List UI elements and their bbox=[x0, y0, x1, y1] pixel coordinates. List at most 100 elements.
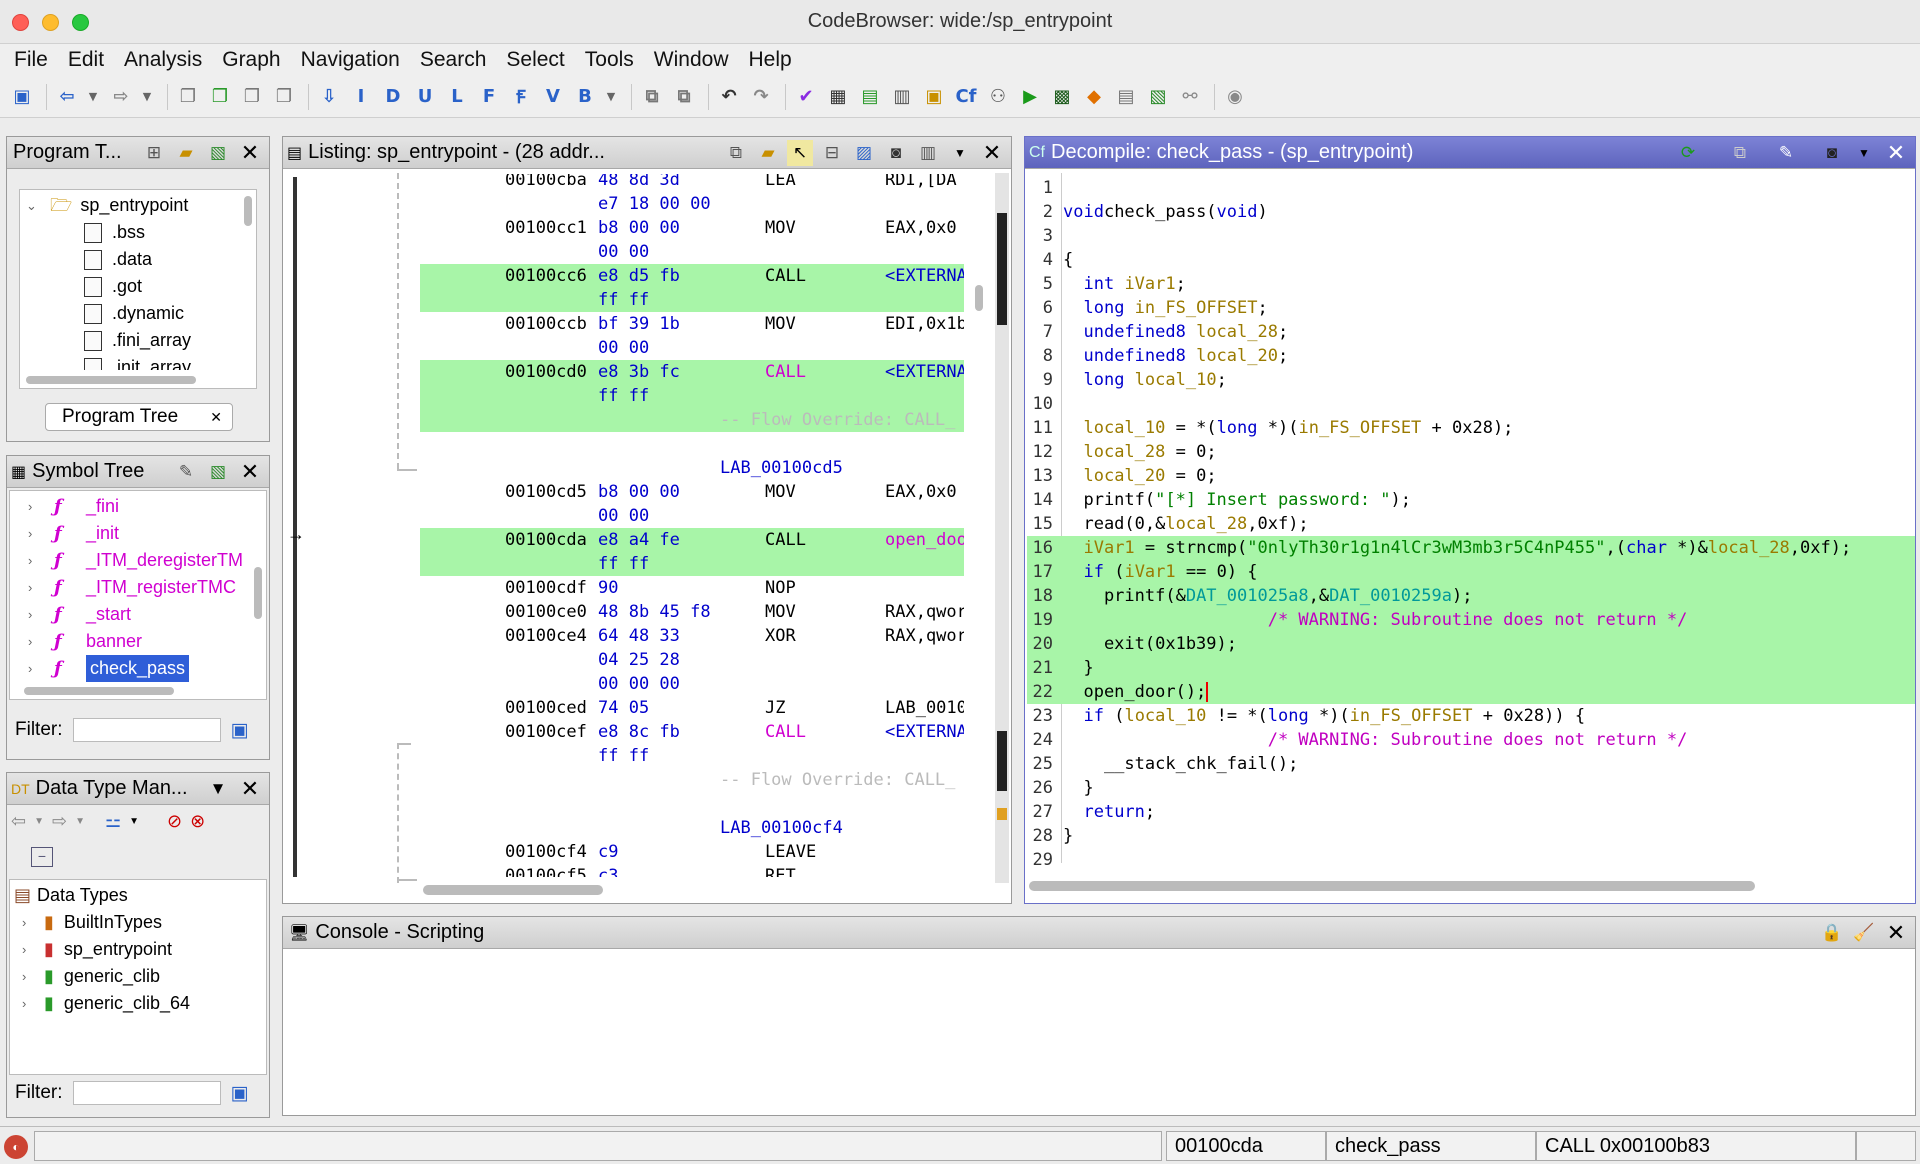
diff-icon[interactable]: ▨ bbox=[851, 140, 877, 166]
chevron-down-icon[interactable]: ▼ bbox=[947, 140, 973, 166]
tree-icon[interactable]: ⚯ bbox=[1176, 83, 1204, 111]
menu-window[interactable]: Window bbox=[644, 48, 739, 72]
decompile-line[interactable]: 6 long in_FS_OFFSET; bbox=[1027, 296, 1915, 320]
decompile-code[interactable]: 1 2 voidcheck_pass(void) 3 4{5 int iVar1; 6 l… bbox=[1027, 174, 1915, 874]
vertical-scrollbar[interactable] bbox=[254, 567, 262, 619]
folder-icon[interactable]: ▰ bbox=[173, 140, 199, 166]
decompile-line[interactable]: 20 exit(0x1b39); bbox=[1027, 632, 1915, 656]
menu-graph[interactable]: Graph bbox=[212, 48, 290, 72]
decompile-line[interactable]: 16 iVar1 = strncmp("0nlyTh30r1g1n4lCr3wM… bbox=[1027, 536, 1915, 560]
data-type-archive[interactable]: › ▮ generic_clib bbox=[14, 963, 254, 990]
refresh-icon[interactable]: ⟳ bbox=[1675, 140, 1701, 166]
console-output[interactable] bbox=[283, 950, 1915, 1115]
menu-search[interactable]: Search bbox=[410, 48, 497, 72]
menu-navigation[interactable]: Navigation bbox=[291, 48, 410, 72]
nav-instruction-icon[interactable]: I bbox=[347, 83, 375, 111]
program-tree-item[interactable]: .dynamic bbox=[26, 300, 226, 327]
decompile-line[interactable]: 27 return; bbox=[1027, 800, 1915, 824]
listing-row[interactable]: 04 25 28 bbox=[420, 648, 964, 672]
chevron-right-icon[interactable]: › bbox=[28, 655, 42, 682]
chevron-down-icon[interactable]: ▼ bbox=[1851, 140, 1877, 166]
nav-label-icon[interactable]: L bbox=[443, 83, 471, 111]
decompile-line[interactable]: 17 if (iVar1 == 0) { bbox=[1027, 560, 1915, 584]
select-next-icon[interactable]: ❐ bbox=[238, 83, 266, 111]
data-type-filter-input[interactable] bbox=[72, 1081, 221, 1105]
decompile-line[interactable]: 3 bbox=[1027, 224, 1915, 248]
listing-row[interactable]: 00 00 bbox=[420, 504, 964, 528]
listing-row[interactable]: 00 00 bbox=[420, 336, 964, 360]
chevron-down-icon[interactable]: ▼ bbox=[75, 816, 85, 827]
copy-icon[interactable]: ⧉ bbox=[1727, 140, 1753, 166]
nav-value-icon[interactable]: V bbox=[539, 83, 567, 111]
listing-row[interactable]: 00100cda e8 a4 fe CALL open_doo bbox=[420, 528, 964, 552]
program-tree-item[interactable]: .fini_array bbox=[26, 327, 226, 354]
chevron-right-icon[interactable]: › bbox=[28, 520, 42, 547]
listing-row[interactable]: e7 18 00 00 bbox=[420, 192, 964, 216]
chevron-right-icon[interactable]: › bbox=[28, 601, 42, 628]
close-icon[interactable]: ✕ bbox=[1883, 920, 1909, 946]
menu-help[interactable]: Help bbox=[739, 48, 802, 72]
paste-icon[interactable]: ⧉ bbox=[670, 83, 698, 111]
chevron-right-icon[interactable]: › bbox=[28, 493, 42, 520]
chevron-down-icon[interactable]: ▼ bbox=[129, 816, 139, 827]
listing-row[interactable]: LAB_00100cf4 bbox=[420, 816, 964, 840]
program-tree-item[interactable]: .got bbox=[26, 273, 226, 300]
menu-analysis[interactable]: Analysis bbox=[114, 48, 212, 72]
decompile-line[interactable]: 29 bbox=[1027, 848, 1915, 872]
program-tree-item[interactable]: .data bbox=[26, 246, 226, 273]
listing-row[interactable]: -- Flow Override: CALL_ bbox=[420, 768, 964, 792]
decompile-line[interactable]: 4{ bbox=[1027, 248, 1915, 272]
layout-icon[interactable]: ▥ bbox=[915, 140, 941, 166]
decompile-line[interactable]: 12 local_28 = 0; bbox=[1027, 440, 1915, 464]
program-tree-item[interactable]: .bss bbox=[26, 219, 226, 246]
menu-tools[interactable]: Tools bbox=[575, 48, 644, 72]
back-arrow-icon[interactable]: ⇦ bbox=[11, 811, 26, 832]
chevron-right-icon[interactable]: › bbox=[28, 547, 42, 574]
chevron-right-icon[interactable]: › bbox=[22, 990, 36, 1017]
select-green-icon[interactable]: ❐ bbox=[206, 83, 234, 111]
decompile-line[interactable]: 11 local_10 = *(long *)(in_FS_OFFSET + 0… bbox=[1027, 416, 1915, 440]
listing-code[interactable]: 00100cba 48 8d 3d LEA RDI,[DA e7 18 00 00 001… bbox=[420, 174, 964, 877]
decompile-line[interactable]: 15 read(0,&local_28,0xf); bbox=[1027, 512, 1915, 536]
listing-row[interactable]: LAB_00100cd5 bbox=[420, 456, 964, 480]
symbol-tree-item[interactable]: › ƒ check_pass bbox=[28, 655, 248, 682]
forward-arrow-icon[interactable]: ⇨ bbox=[107, 83, 135, 111]
run-icon[interactable]: ▶ bbox=[1016, 83, 1044, 111]
listing-row[interactable]: ff ff bbox=[420, 744, 964, 768]
decompile-line[interactable]: 8 undefined8 local_20; bbox=[1027, 344, 1915, 368]
listing-row[interactable]: 00100cba 48 8d 3d LEA RDI,[DA bbox=[420, 174, 964, 192]
data-type-archive[interactable]: › ▮ BuiltInTypes bbox=[14, 909, 254, 936]
close-icon[interactable]: ✕ bbox=[1883, 140, 1909, 166]
collapse-all-icon[interactable]: − bbox=[31, 847, 53, 867]
vertical-scrollbar[interactable] bbox=[244, 196, 252, 226]
select-prev-icon[interactable]: ❐ bbox=[270, 83, 298, 111]
edit-icon[interactable]: ✎ bbox=[173, 459, 199, 485]
chevron-down-icon[interactable]: ▼ bbox=[603, 83, 619, 111]
edit-icon[interactable]: ✎ bbox=[1773, 140, 1799, 166]
merge-icon[interactable]: ▧ bbox=[205, 459, 231, 485]
chevron-down-icon[interactable]: ▼ bbox=[34, 816, 44, 827]
nav-bookmark-icon[interactable]: B bbox=[571, 83, 599, 111]
menu-select[interactable]: Select bbox=[496, 48, 574, 72]
decompile-line[interactable]: 1 bbox=[1027, 176, 1915, 200]
listing-row[interactable]: -- Flow Override: CALL_ bbox=[420, 408, 964, 432]
filter-options-icon[interactable]: ▣ bbox=[231, 719, 249, 742]
undo-icon[interactable]: ↶ bbox=[715, 83, 743, 111]
select-icon[interactable]: ❐ bbox=[174, 83, 202, 111]
chevron-right-icon[interactable]: › bbox=[22, 936, 36, 963]
data-types-icon[interactable]: ▣ bbox=[920, 83, 948, 111]
redo-icon[interactable]: ↷ bbox=[747, 83, 775, 111]
decompile-line[interactable]: 26 } bbox=[1027, 776, 1915, 800]
symbol-tree-item[interactable]: › ƒ _start bbox=[28, 601, 248, 628]
listing-row[interactable]: 00100cc1 b8 00 00 MOV EAX,0x0 bbox=[420, 216, 964, 240]
function-graph-icon[interactable]: ⚇ bbox=[984, 83, 1012, 111]
close-icon[interactable]: ✕ bbox=[237, 776, 263, 802]
chevron-right-icon[interactable]: › bbox=[22, 963, 36, 990]
decompile-line[interactable]: 13 local_20 = 0; bbox=[1027, 464, 1915, 488]
listing-row[interactable]: 00100cd0 e8 3b fc CALL <EXTERNA bbox=[420, 360, 964, 384]
listing-row[interactable] bbox=[420, 792, 964, 816]
menu-edit[interactable]: Edit bbox=[58, 48, 114, 72]
filter-array-icon[interactable]: ⊗ bbox=[190, 811, 205, 832]
listing-row[interactable]: 00100cc6 e8 d5 fb CALL <EXTERNA bbox=[420, 264, 964, 288]
listing-row[interactable]: 00100ced 74 05 JZ LAB_0010 bbox=[420, 696, 964, 720]
